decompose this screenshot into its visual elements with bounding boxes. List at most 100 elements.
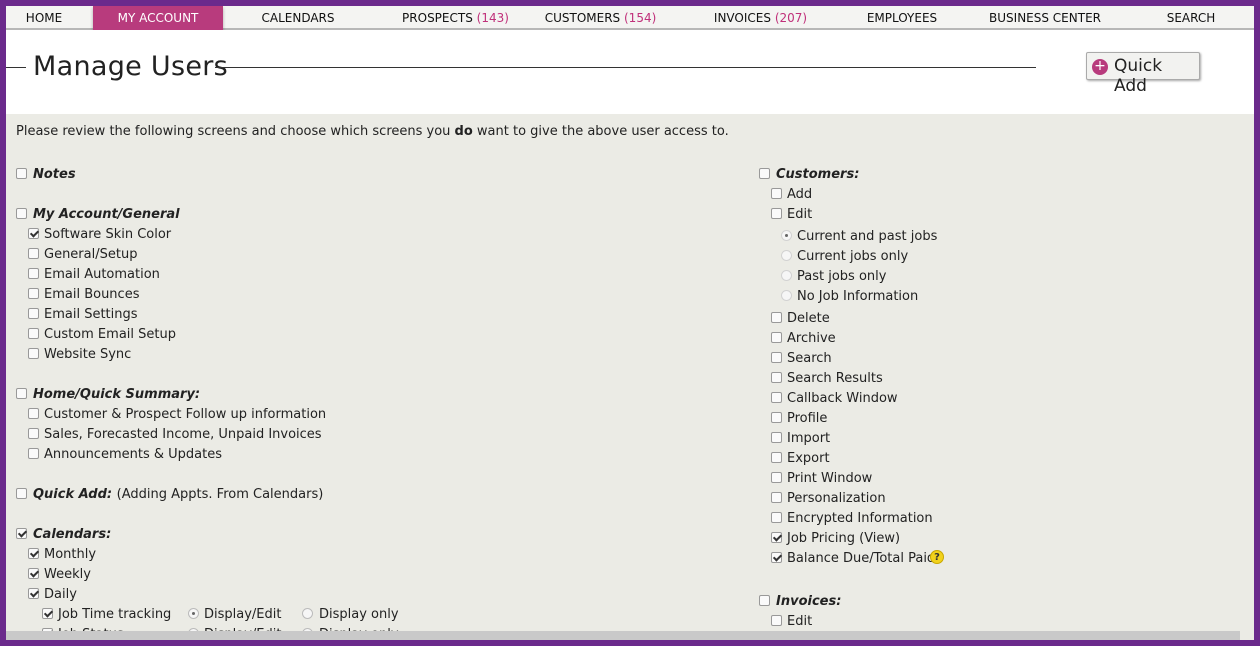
- nav-business-center[interactable]: Business Center: [984, 6, 1106, 30]
- customers-delete-checkbox[interactable]: [771, 312, 782, 323]
- followup-info-checkbox[interactable]: [28, 408, 39, 419]
- balance-due-checkbox[interactable]: [771, 552, 782, 563]
- daily-checkbox[interactable]: [28, 588, 39, 599]
- nav-my-account-label: My Account: [117, 11, 199, 25]
- software-skin-color-checkbox[interactable]: [28, 228, 39, 239]
- encrypted-information-label: Encrypted Information: [787, 511, 933, 526]
- monthly-checkbox[interactable]: [28, 548, 39, 559]
- nav-prospects[interactable]: Prospects (143): [378, 6, 533, 30]
- current-jobs-only-label: Current jobs only: [797, 249, 909, 264]
- nav-invoices[interactable]: Invoices (207): [703, 6, 818, 30]
- nav-prospects-label: Prospects: [402, 11, 473, 25]
- invoices-edit-checkbox[interactable]: [771, 615, 782, 626]
- notes-checkbox[interactable]: [16, 168, 27, 179]
- nav-home[interactable]: Home: [6, 6, 82, 30]
- quick-add-section-label: Quick Add: (Adding Appts. From Calendars…: [33, 486, 323, 504]
- email-settings-label: Email Settings: [44, 307, 138, 322]
- nav-customers-label: Customers: [544, 11, 621, 25]
- invoices-checkbox[interactable]: [759, 595, 770, 606]
- customers-edit-label: Edit: [787, 207, 813, 222]
- nav-employees[interactable]: Employees: [856, 6, 948, 30]
- sales-forecast-checkbox[interactable]: [28, 428, 39, 439]
- nav-employees-label: Employees: [866, 11, 938, 25]
- sales-forecast-label: Sales, Forecasted Income, Unpaid Invoice…: [44, 427, 322, 442]
- website-sync-checkbox[interactable]: [28, 348, 39, 359]
- weekly-checkbox[interactable]: [28, 568, 39, 579]
- nav-calendars[interactable]: Calendars: [238, 6, 358, 30]
- past-jobs-only-radio[interactable]: [781, 270, 792, 281]
- question-mark-icon[interactable]: ?: [930, 550, 944, 564]
- home-quick-summary-checkbox[interactable]: [16, 388, 27, 399]
- personalization-checkbox[interactable]: [771, 492, 782, 503]
- custom-email-setup-label: Custom Email Setup: [44, 327, 176, 342]
- nav-business-center-label: Business Center: [989, 11, 1101, 25]
- job-time-display-only-label: Display only: [319, 607, 399, 622]
- customers-edit-checkbox[interactable]: [771, 208, 782, 219]
- export-label: Export: [787, 451, 830, 466]
- callback-window-checkbox[interactable]: [771, 392, 782, 403]
- no-job-info-radio[interactable]: [781, 290, 792, 301]
- invoices-edit-label: Edit: [787, 614, 813, 629]
- quick-add-button[interactable]: + Quick Add: [1086, 52, 1200, 96]
- job-time-display-only-radio[interactable]: [302, 608, 313, 619]
- quick-add-label: Quick Add: [1114, 56, 1163, 96]
- import-checkbox[interactable]: [771, 432, 782, 443]
- nav-customers[interactable]: Customers (154): [538, 6, 663, 30]
- quick-add-checkbox[interactable]: [16, 488, 27, 499]
- print-window-label: Print Window: [787, 471, 873, 486]
- job-pricing-view-checkbox[interactable]: [771, 532, 782, 543]
- current-past-jobs-radio[interactable]: [781, 230, 792, 241]
- my-account-checkbox[interactable]: [16, 208, 27, 219]
- email-settings-checkbox[interactable]: [28, 308, 39, 319]
- general-setup-label: General/Setup: [44, 247, 138, 262]
- intro-bold: do: [454, 124, 473, 139]
- customers-search-label: Search: [787, 351, 832, 366]
- plus-circle-icon: +: [1092, 59, 1108, 75]
- personalization-label: Personalization: [787, 491, 886, 506]
- email-automation-checkbox[interactable]: [28, 268, 39, 279]
- horizontal-scrollbar[interactable]: [6, 631, 1240, 640]
- nav-search-label: Search: [1166, 11, 1216, 25]
- announcements-checkbox[interactable]: [28, 448, 39, 459]
- announcements-label: Announcements & Updates: [44, 447, 222, 462]
- intro-text: Please review the following screens and …: [16, 124, 729, 139]
- custom-email-setup-checkbox[interactable]: [28, 328, 39, 339]
- nav-calendars-label: Calendars: [261, 11, 335, 25]
- current-jobs-only-radio[interactable]: [781, 250, 792, 261]
- customers-search-results-label: Search Results: [787, 371, 883, 386]
- job-time-tracking-checkbox[interactable]: [42, 608, 53, 619]
- past-jobs-only-label: Past jobs only: [797, 269, 887, 284]
- intro-before: Please review the following screens and …: [16, 124, 455, 139]
- customers-archive-checkbox[interactable]: [771, 332, 782, 343]
- daily-label: Daily: [44, 587, 77, 602]
- print-window-checkbox[interactable]: [771, 472, 782, 483]
- email-bounces-label: Email Bounces: [44, 287, 140, 302]
- calendars-checkbox[interactable]: [16, 528, 27, 539]
- nav-search[interactable]: Search: [1156, 6, 1226, 30]
- customers-search-results-checkbox[interactable]: [771, 372, 782, 383]
- title-rule-left: [6, 67, 26, 68]
- job-time-display-edit-radio[interactable]: [188, 608, 199, 619]
- current-past-jobs-label: Current and past jobs: [797, 229, 938, 244]
- profile-label: Profile: [787, 411, 828, 426]
- general-setup-checkbox[interactable]: [28, 248, 39, 259]
- profile-checkbox[interactable]: [771, 412, 782, 423]
- followup-info-label: Customer & Prospect Follow up informatio…: [44, 407, 327, 422]
- my-account-label: My Account/General: [33, 207, 180, 222]
- customers-label: Customers:: [776, 167, 860, 182]
- customers-checkbox[interactable]: [759, 168, 770, 179]
- notes-label: Notes: [33, 167, 76, 182]
- customers-add-checkbox[interactable]: [771, 188, 782, 199]
- permissions-panel: Please review the following screens and …: [6, 114, 1254, 640]
- nav-customers-count: (154): [624, 11, 657, 25]
- page-title: Manage Users: [33, 51, 229, 82]
- title-row: Manage Users + Quick Add: [6, 30, 1254, 114]
- encrypted-information-checkbox[interactable]: [771, 512, 782, 523]
- export-checkbox[interactable]: [771, 452, 782, 463]
- email-bounces-checkbox[interactable]: [28, 288, 39, 299]
- job-time-display-edit-label: Display/Edit: [204, 607, 282, 622]
- import-label: Import: [787, 431, 831, 446]
- customers-search-checkbox[interactable]: [771, 352, 782, 363]
- quick-add-note: (Adding Appts. From Calendars): [116, 487, 324, 502]
- title-rule-right: [215, 67, 1036, 68]
